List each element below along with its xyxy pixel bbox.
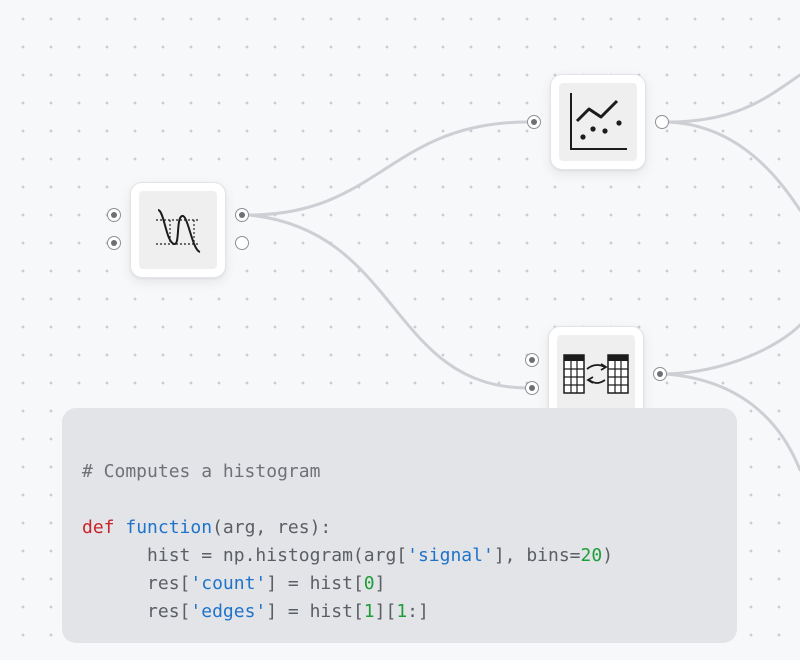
edge-signal-to-plot[interactable] — [247, 120, 530, 217]
code-number-bins: 20 — [580, 545, 603, 566]
signal-node-output-2[interactable] — [235, 236, 249, 250]
plot-node-output-1[interactable] — [655, 115, 669, 129]
code-line4-c: ][ — [374, 601, 397, 622]
signal-node-output-1[interactable] — [235, 208, 249, 222]
code-panel[interactable]: # Computes a histogram def function(arg,… — [62, 408, 737, 643]
edge-plot-out[interactable] — [666, 73, 800, 124]
edge-table-out-up[interactable] — [664, 323, 800, 376]
code-number-index1: 1 — [363, 601, 375, 622]
table-transform-icon — [563, 354, 629, 394]
code-line4-b: ] = hist[ — [266, 601, 364, 622]
code-keyword-def: def — [82, 517, 115, 538]
signal-wave-icon — [156, 209, 201, 253]
plot-node[interactable] — [550, 74, 646, 170]
signal-node-input-2[interactable] — [107, 236, 121, 250]
code-line2-c: ) — [602, 545, 614, 566]
edge-plot-down[interactable] — [666, 120, 800, 212]
code-number-slice-start: 1 — [396, 601, 408, 622]
code-line3-b: ] = hist[ — [266, 573, 364, 594]
code-line2-a: hist = np.histogram(arg[ — [147, 545, 408, 566]
code-string-signal: 'signal' — [407, 545, 494, 566]
plot-node-input-1[interactable] — [527, 115, 541, 129]
code-line3-a: res[ — [147, 573, 191, 594]
code-line2-b: ], bins= — [493, 545, 581, 566]
table-node-output-1[interactable] — [653, 367, 667, 381]
code-line4-a: res[ — [147, 601, 191, 622]
scatter-line-chart-icon — [570, 93, 627, 150]
code-block[interactable]: # Computes a histogram def function(arg,… — [82, 458, 613, 626]
code-function-signature: (arg, res): — [212, 517, 332, 538]
signal-node-input-1[interactable] — [107, 208, 121, 222]
signal-node[interactable] — [130, 182, 226, 278]
code-line3-c: ] — [374, 573, 386, 594]
code-string-count: 'count' — [190, 573, 267, 594]
code-string-edges: 'edges' — [190, 601, 267, 622]
signal-node-face — [139, 191, 217, 269]
code-function-name: function — [125, 517, 213, 538]
code-line4-d: :] — [407, 601, 429, 622]
table-node-face — [557, 335, 635, 413]
table-node-input-1[interactable] — [525, 353, 539, 367]
plot-node-face — [559, 83, 637, 161]
code-number-index0: 0 — [363, 573, 375, 594]
code-comment: # Computes a histogram — [82, 461, 321, 482]
table-node-input-2[interactable] — [525, 381, 539, 395]
edge-signal-to-table[interactable] — [247, 213, 530, 390]
